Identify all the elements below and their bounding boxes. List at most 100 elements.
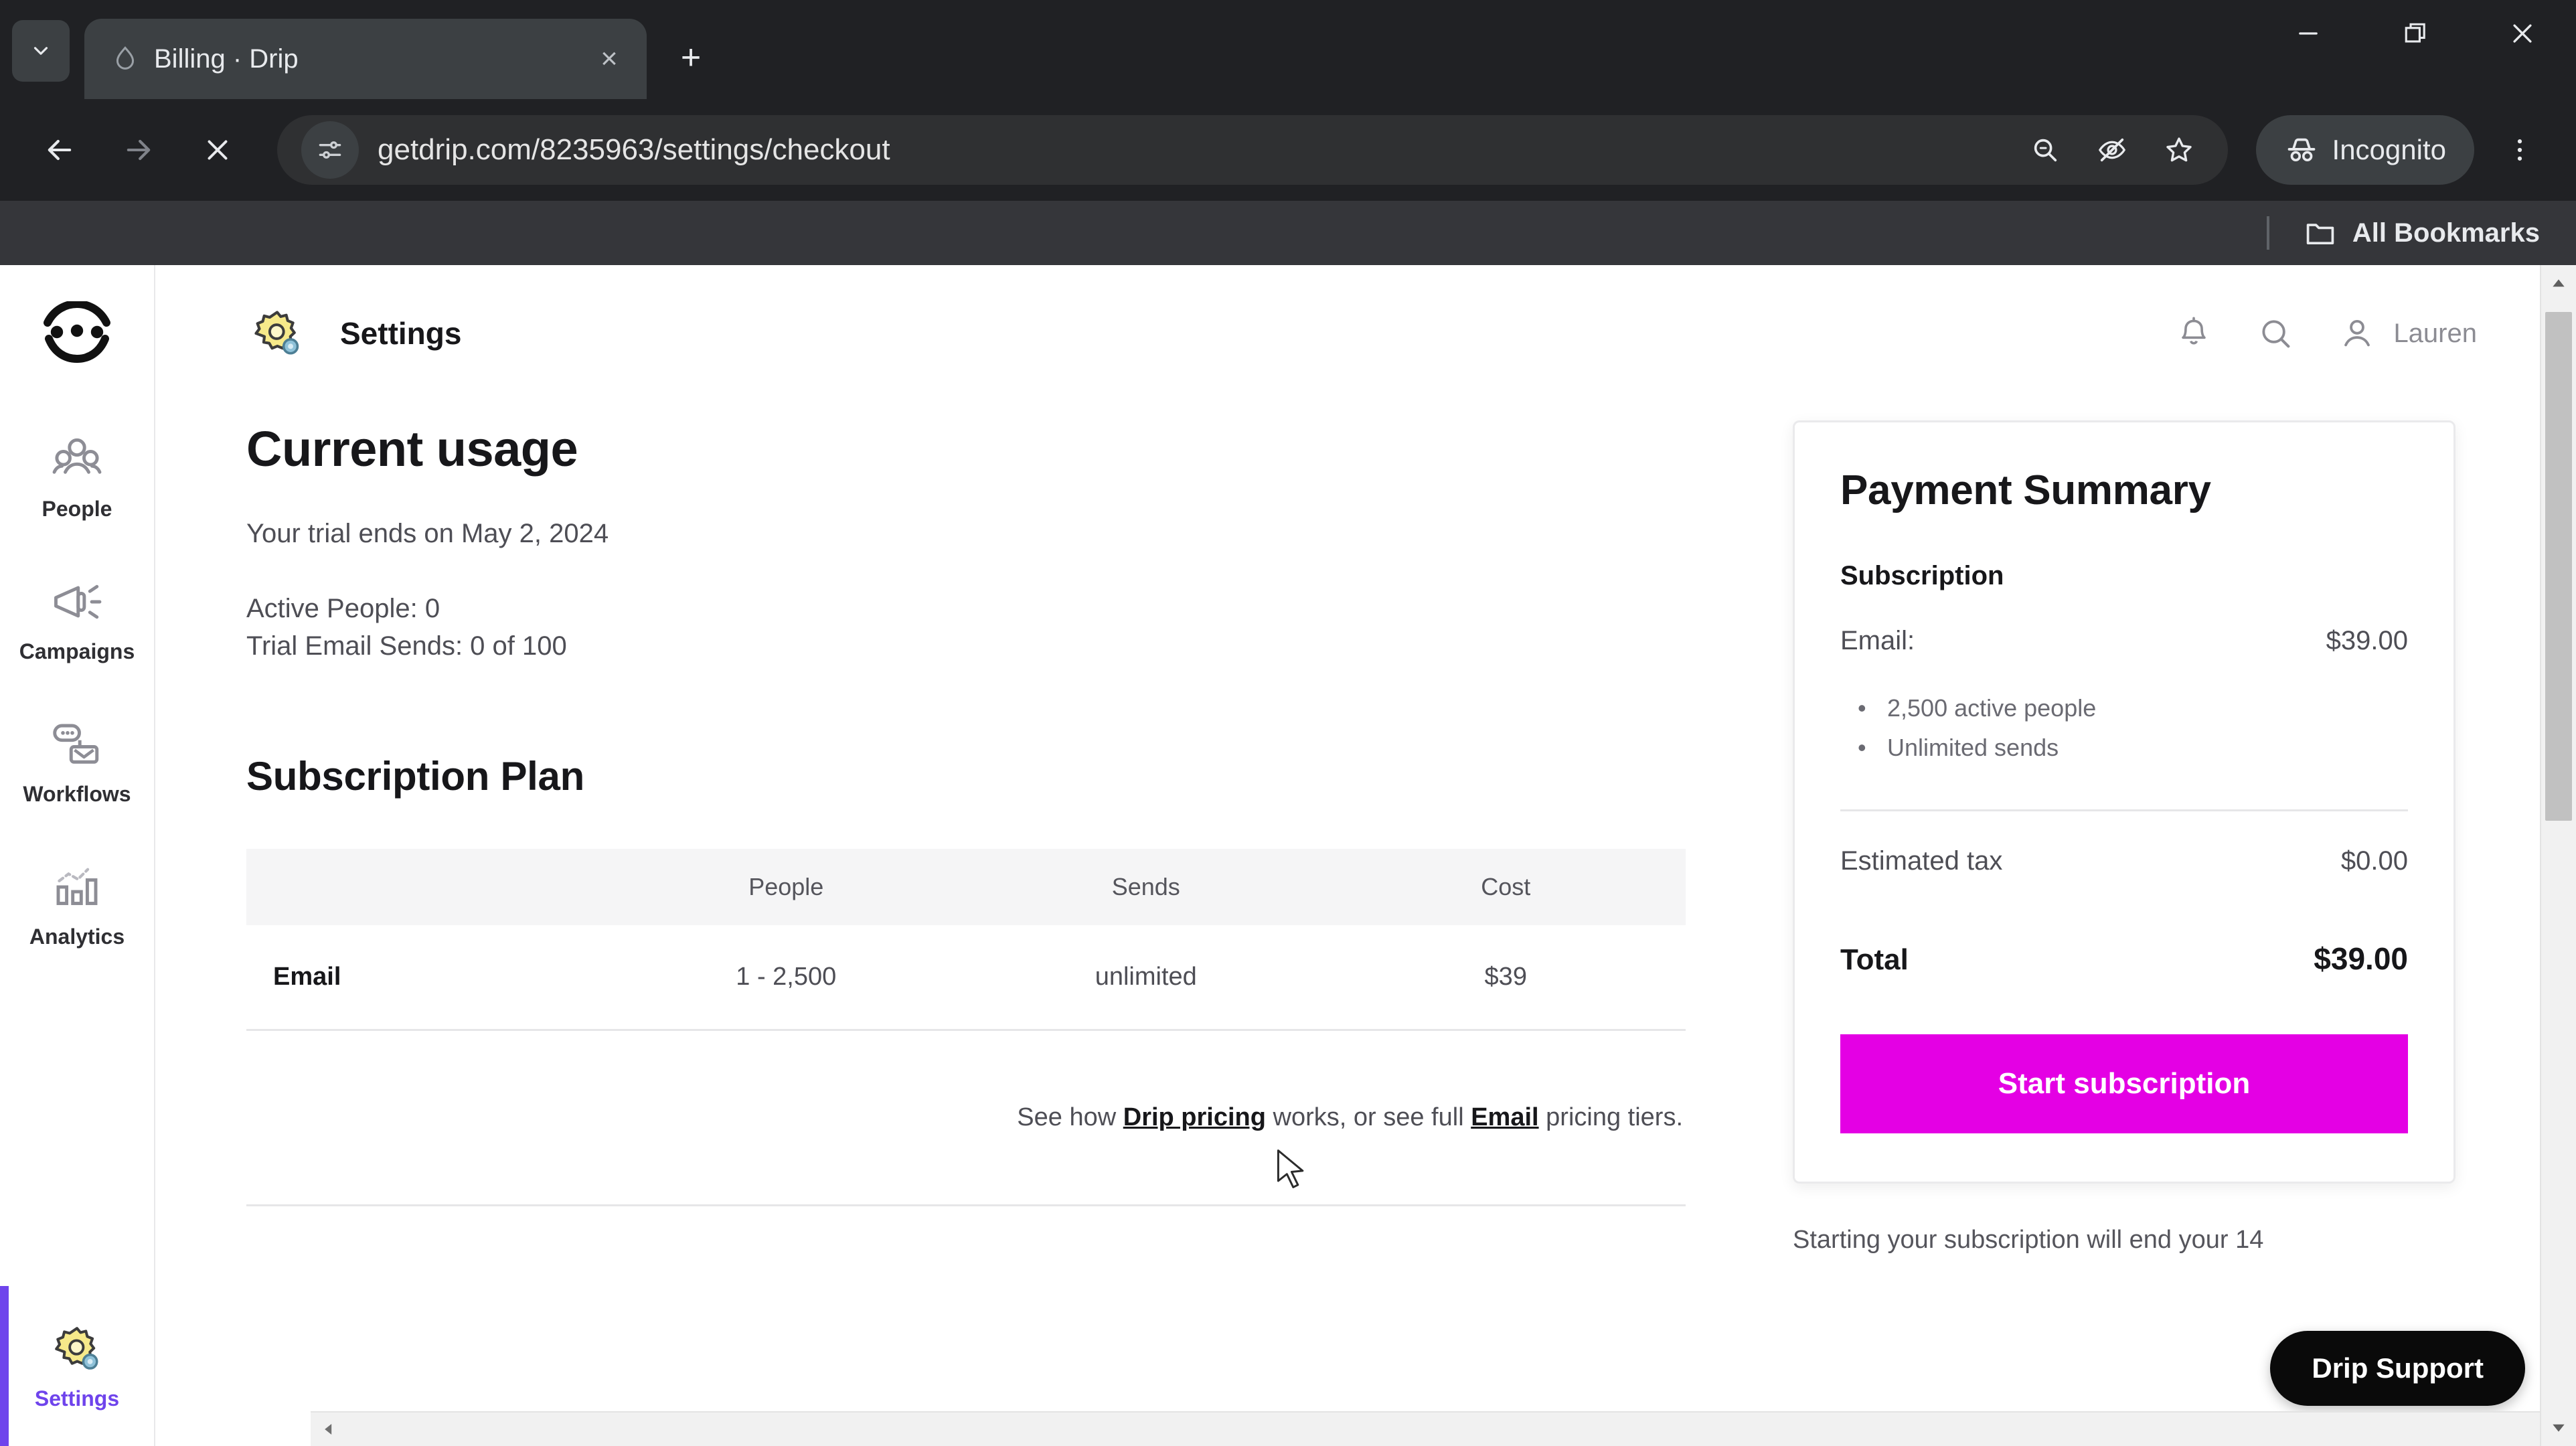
trial-end-text: Your trial ends on May 2, 2024 xyxy=(246,519,609,548)
tab-strip: Billing · Drip × + xyxy=(0,0,2576,99)
close-window-button[interactable] xyxy=(2469,0,2576,67)
subscription-section-label: Subscription xyxy=(1840,561,2004,590)
minimize-icon xyxy=(2299,32,2318,35)
bookmark-separator xyxy=(2266,216,2269,250)
table-header: People Sends Cost xyxy=(246,849,1686,925)
new-tab-button[interactable]: + xyxy=(665,32,716,83)
gear-emoji-icon xyxy=(246,303,308,364)
back-button[interactable] xyxy=(23,113,96,187)
app-header-right: Lauren xyxy=(2172,312,2512,355)
trial-sends-text: Trial Email Sends: 0 of 100 xyxy=(246,631,567,661)
page-content: Settings Lauren Current usage Your trial… xyxy=(155,265,2576,1446)
browser-tab[interactable]: Billing · Drip × xyxy=(84,19,647,99)
three-dot-menu-icon xyxy=(2517,139,2522,161)
drip-pricing-link[interactable]: Drip pricing xyxy=(1123,1103,1266,1131)
sidebar-item-people[interactable]: People xyxy=(0,414,155,534)
tab-search-button[interactable] xyxy=(12,20,70,82)
main-column: Current usage Your trial ends on May 2, … xyxy=(246,396,1686,1206)
payment-line-tax: Estimated tax $0.00 xyxy=(1840,846,2408,876)
bell-icon[interactable] xyxy=(2172,312,2215,355)
total-label: Total xyxy=(1840,943,1909,976)
chevron-down-icon xyxy=(33,47,48,55)
app-header-left: Settings xyxy=(246,303,461,364)
address-bar[interactable]: getdrip.com/8235963/settings/checkout xyxy=(277,115,2228,185)
content-columns: Current usage Your trial ends on May 2, … xyxy=(246,396,2512,1257)
vertical-scroll-track[interactable] xyxy=(2541,301,2576,1410)
site-settings-icon[interactable] xyxy=(301,121,359,179)
browser-menu-button[interactable] xyxy=(2486,116,2553,183)
close-icon xyxy=(208,140,228,160)
gear-icon xyxy=(46,1318,108,1380)
vertical-scrollbar[interactable] xyxy=(2540,265,2576,1446)
user-menu[interactable]: Lauren xyxy=(2336,312,2477,355)
window-controls xyxy=(2255,0,2576,67)
sidebar-item-workflows[interactable]: Workflows xyxy=(0,699,155,819)
search-icon[interactable] xyxy=(2020,125,2070,175)
sidebar-item-settings[interactable]: Settings xyxy=(0,1286,155,1446)
column-header-sends: Sends xyxy=(966,849,1326,925)
scroll-down-arrow[interactable] xyxy=(2541,1410,2576,1446)
incognito-indicator[interactable]: Incognito xyxy=(2255,115,2474,185)
people-icon xyxy=(46,428,108,490)
drip-logo[interactable] xyxy=(33,289,121,378)
sidebar-item-label: People xyxy=(42,497,112,521)
start-subscription-button[interactable]: Start subscription xyxy=(1840,1034,2408,1133)
table-header-row: People Sends Cost xyxy=(246,849,1686,925)
pricing-note-prefix: See how xyxy=(1017,1103,1123,1131)
payment-summary-title: Payment Summary xyxy=(1840,467,2211,513)
pricing-note: See how Drip pricing works, or see full … xyxy=(246,1103,1686,1132)
sidebar-item-label: Campaigns xyxy=(19,639,135,663)
page-title: Settings xyxy=(340,316,462,351)
cell-plan-people: 1 - 2,500 xyxy=(606,925,966,1031)
arrow-left-icon xyxy=(48,139,72,161)
scroll-left-arrow[interactable] xyxy=(311,1412,345,1446)
bookmarks-bar: All Bookmarks xyxy=(0,201,2576,265)
app-header: Settings Lauren xyxy=(246,303,2512,364)
stop-loading-button[interactable] xyxy=(181,113,254,187)
bar-chart-icon xyxy=(46,856,108,918)
subscription-plan-table: People Sends Cost Email 1 - 2,500 unlimi… xyxy=(246,849,1686,1031)
forward-button[interactable] xyxy=(102,113,175,187)
sidebar-item-campaigns[interactable]: Campaigns xyxy=(0,556,155,676)
all-bookmarks-label: All Bookmarks xyxy=(2352,218,2540,248)
minimize-button[interactable] xyxy=(2255,0,2362,67)
arrow-right-icon xyxy=(127,139,151,161)
vertical-scroll-thumb[interactable] xyxy=(2545,312,2572,821)
list-item: 2,500 active people xyxy=(1850,688,2408,728)
sidebar-item-label: Analytics xyxy=(29,925,125,949)
subscription-disclaimer: Starting your subscription will end your… xyxy=(1793,1225,2264,1254)
tax-value: $0.00 xyxy=(2340,846,2408,876)
search-icon[interactable] xyxy=(2254,312,2297,355)
eye-off-icon[interactable] xyxy=(2087,125,2137,175)
drip-favicon xyxy=(111,45,139,73)
close-icon[interactable]: × xyxy=(590,40,628,78)
username-label: Lauren xyxy=(2393,318,2477,348)
payment-total-row: Total $39.00 xyxy=(1840,941,2408,977)
app-sidebar: People Campaigns Workflows Analytics Set… xyxy=(0,265,155,1446)
all-bookmarks-button[interactable]: All Bookmarks xyxy=(2293,216,2549,250)
page-viewport: People Campaigns Workflows Analytics Set… xyxy=(0,265,2576,1446)
column-header-cost: Cost xyxy=(1325,849,1686,925)
cell-plan-name: Email xyxy=(246,925,607,1031)
restore-button[interactable] xyxy=(2362,0,2469,67)
star-icon[interactable] xyxy=(2154,125,2204,175)
drip-support-button[interactable]: Drip Support xyxy=(2270,1331,2525,1406)
active-people-text: Active People: 0 xyxy=(246,594,440,623)
column-header-people: People xyxy=(606,849,966,925)
table-row: Email 1 - 2,500 unlimited $39 xyxy=(246,925,1686,1031)
payment-summary-card: Payment Summary Subscription Email: $39.… xyxy=(1793,420,2456,1184)
workflow-icon xyxy=(46,714,108,775)
card-divider xyxy=(1840,809,2408,811)
email-pricing-link[interactable]: Email xyxy=(1471,1103,1538,1131)
url-text[interactable]: getdrip.com/8235963/settings/checkout xyxy=(378,133,2006,167)
browser-toolbar: getdrip.com/8235963/settings/checkout In… xyxy=(0,99,2576,201)
horizontal-scrollbar[interactable] xyxy=(311,1411,2540,1446)
cell-plan-sends: unlimited xyxy=(966,925,1326,1031)
payment-line-label: Email: xyxy=(1840,626,1915,655)
scroll-up-arrow[interactable] xyxy=(2541,265,2576,301)
close-icon xyxy=(2513,24,2532,43)
user-avatar-icon xyxy=(2336,312,2379,355)
content-inner: Settings Lauren Current usage Your trial… xyxy=(155,265,2576,1446)
sidebar-item-analytics[interactable]: Analytics xyxy=(0,841,155,961)
incognito-hat-icon xyxy=(2287,138,2315,162)
